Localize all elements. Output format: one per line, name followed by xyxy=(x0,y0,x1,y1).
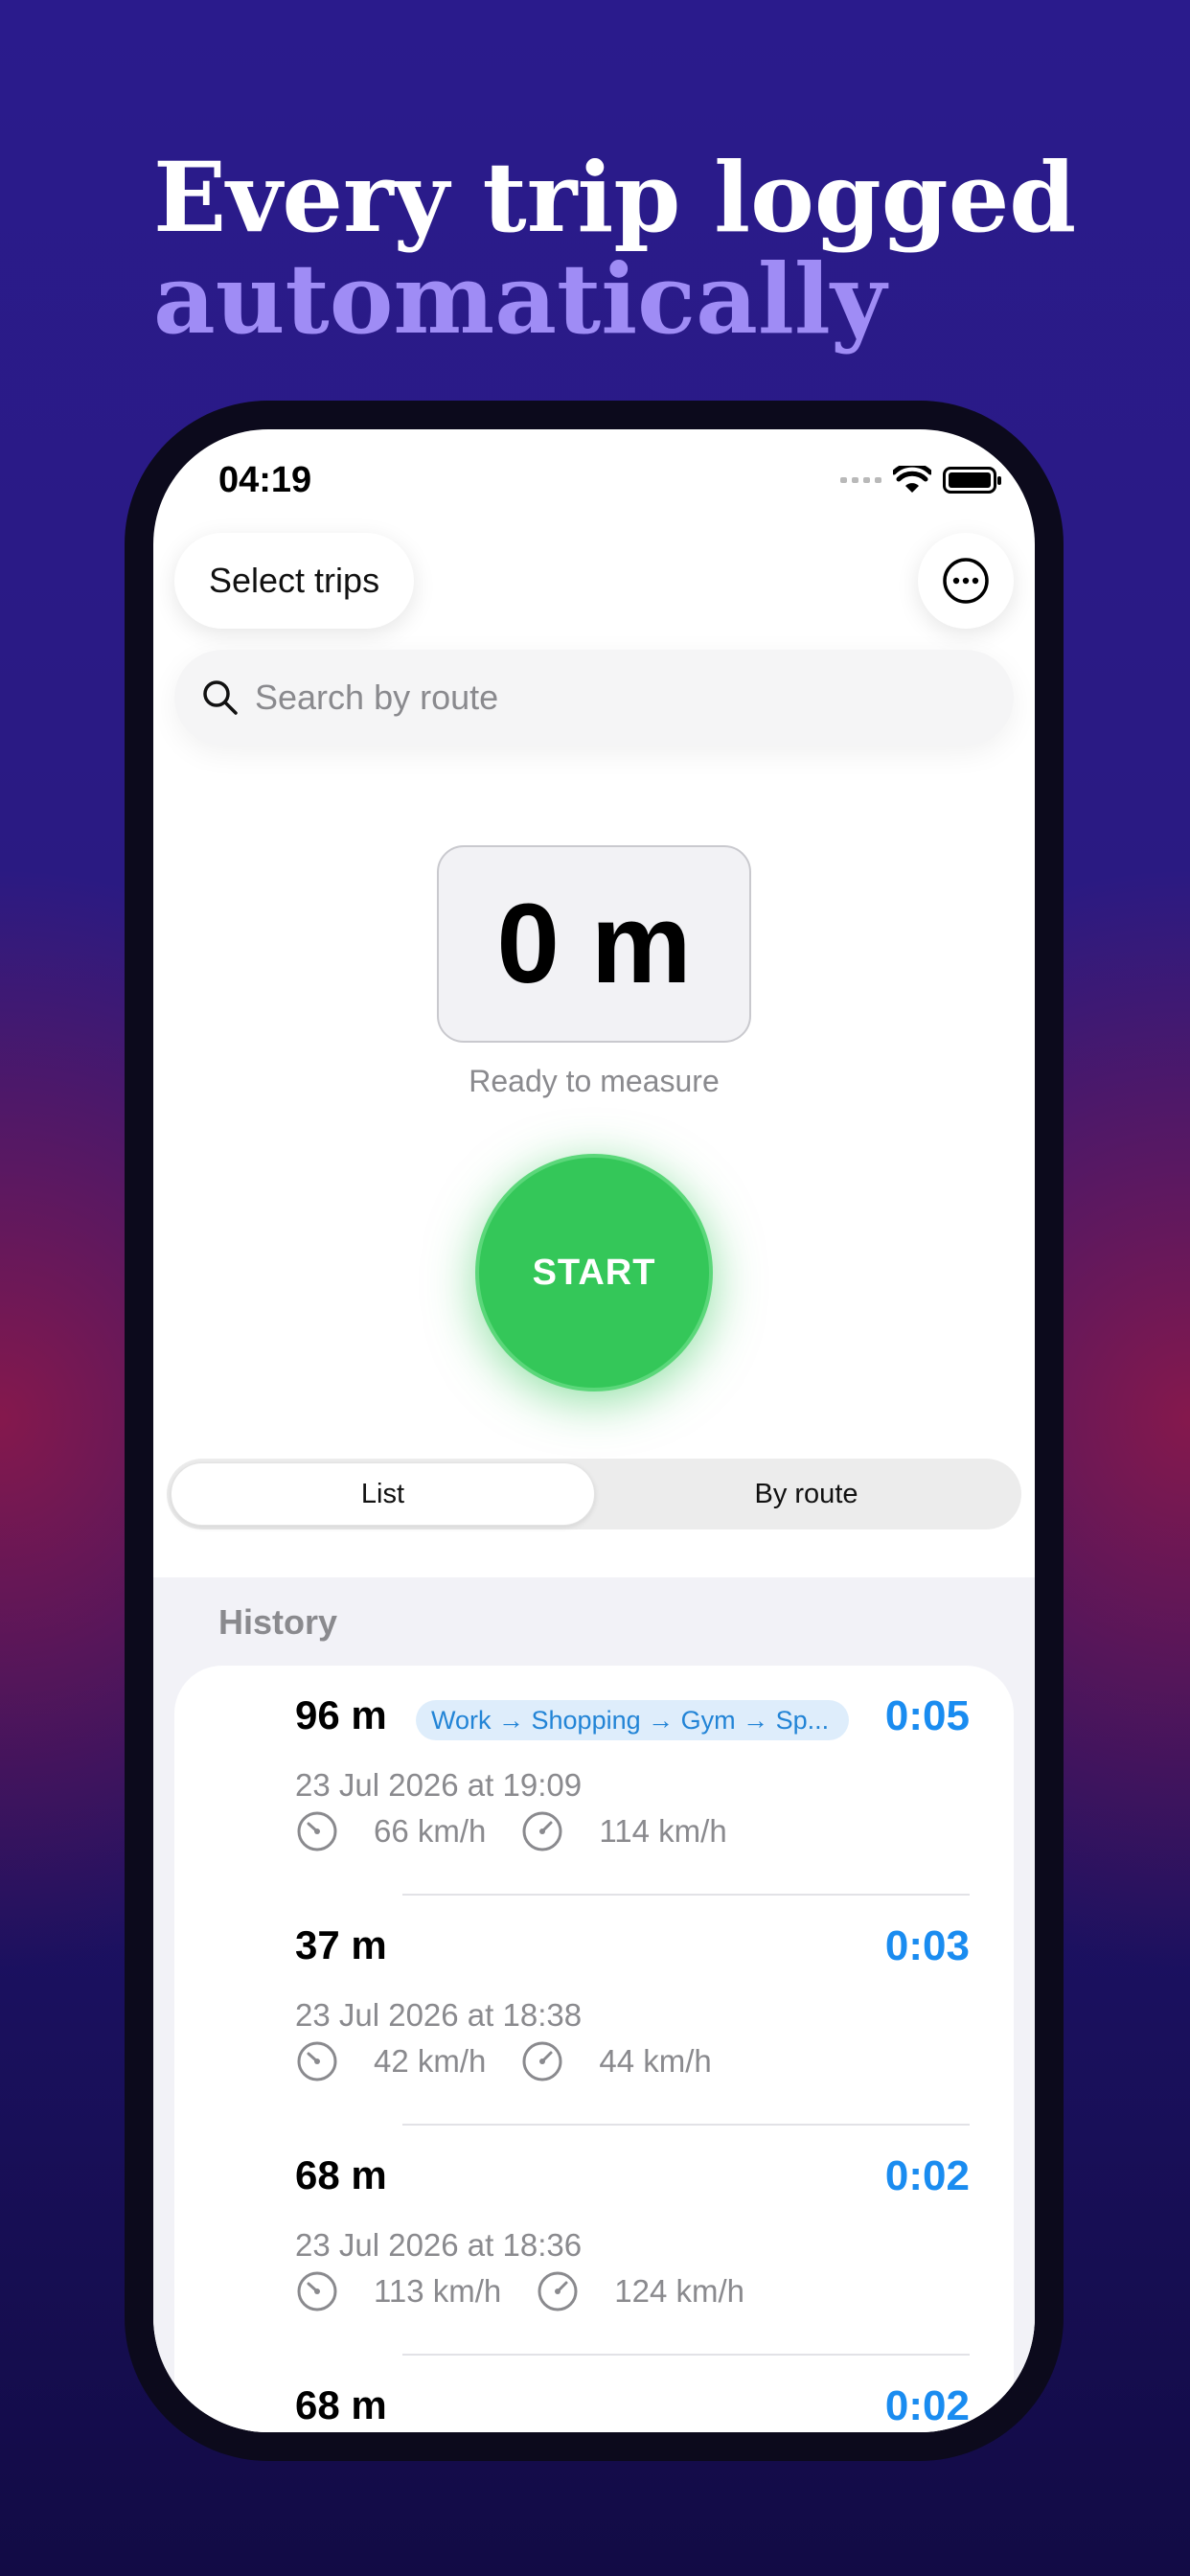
max-speed: 44 km/h xyxy=(599,2043,712,2079)
segment-list[interactable]: List xyxy=(171,1462,595,1526)
phone-screen: 04:19 Select trips Search by route 0 m R… xyxy=(153,429,1035,2432)
max-speed-icon xyxy=(538,2271,578,2312)
trip-duration: 0:05 xyxy=(884,1692,970,1739)
segment-by-route[interactable]: By route xyxy=(595,1462,1018,1526)
start-button[interactable]: START xyxy=(475,1154,713,1392)
search-field[interactable]: Search by route xyxy=(174,650,1014,746)
trip-duration: 0:02 xyxy=(884,2152,970,2199)
trip-distance: 68 m xyxy=(295,2152,387,2197)
trip-row[interactable]: 68 m 0:02 xyxy=(174,2356,1014,2432)
trip-distance: 68 m xyxy=(295,2382,387,2427)
average-speed: 42 km/h xyxy=(374,2043,487,2079)
average-speed: 66 km/h xyxy=(374,1813,487,1849)
search-icon xyxy=(203,680,238,715)
view-segmented-control: List By route xyxy=(167,1459,1021,1530)
trip-distance: 96 m xyxy=(295,1692,387,1737)
select-trips-button[interactable]: Select trips xyxy=(174,533,415,629)
trip-row[interactable]: 37 m 0:03 23 Jul 2026 at 18:38 42 km/h 4… xyxy=(174,1896,1014,2126)
headline-line-1: Every trip logged xyxy=(153,141,1077,254)
trip-speeds: 113 km/h 124 km/h xyxy=(295,2267,779,2315)
distance-display: 0 m xyxy=(437,845,751,1043)
trip-list: 96 m Work → Shopping → Gym → Sp... 0:05 … xyxy=(174,1666,1014,2432)
trip-speeds: 66 km/h 114 km/h xyxy=(295,1807,762,1855)
trip-row[interactable]: 96 m Work → Shopping → Gym → Sp... 0:05 … xyxy=(174,1666,1014,1896)
trip-distance: 37 m xyxy=(295,1922,387,1967)
trip-duration: 0:03 xyxy=(884,1922,970,1969)
trip-speeds: 42 km/h 44 km/h xyxy=(295,2037,746,2085)
cellular-signal-icon xyxy=(840,477,881,483)
max-speed: 114 km/h xyxy=(599,1813,727,1849)
average-speed: 113 km/h xyxy=(374,2273,502,2309)
max-speed-icon xyxy=(522,1811,562,1852)
status-icons xyxy=(840,466,1001,494)
route-tag: Work → Shopping → Gym → Sp... xyxy=(416,1700,849,1740)
headline-line-2: automatically xyxy=(153,242,886,356)
wifi-icon xyxy=(893,466,931,493)
trip-date: 23 Jul 2026 at 18:38 xyxy=(295,1997,583,2033)
trip-duration: 0:02 xyxy=(884,2382,970,2429)
average-speed-icon xyxy=(297,1811,337,1852)
average-speed-icon xyxy=(297,2041,337,2082)
status-time: 04:19 xyxy=(218,460,312,500)
trip-date: 23 Jul 2026 at 19:09 xyxy=(295,1767,583,1803)
marketing-headline: Every trip logged automatically xyxy=(153,144,1111,353)
more-options-button[interactable] xyxy=(918,533,1014,629)
ellipsis-circle-icon xyxy=(943,558,989,604)
trip-row[interactable]: 68 m 0:02 23 Jul 2026 at 18:36 113 km/h … xyxy=(174,2126,1014,2356)
history-title: History xyxy=(218,1602,338,1642)
max-speed: 124 km/h xyxy=(614,2273,745,2309)
measure-status: Ready to measure xyxy=(469,1064,720,1098)
search-placeholder: Search by route xyxy=(255,678,499,717)
battery-icon xyxy=(943,467,1001,494)
average-speed-icon xyxy=(297,2271,337,2312)
max-speed-icon xyxy=(522,2041,562,2082)
trip-date: 23 Jul 2026 at 18:36 xyxy=(295,2227,583,2263)
